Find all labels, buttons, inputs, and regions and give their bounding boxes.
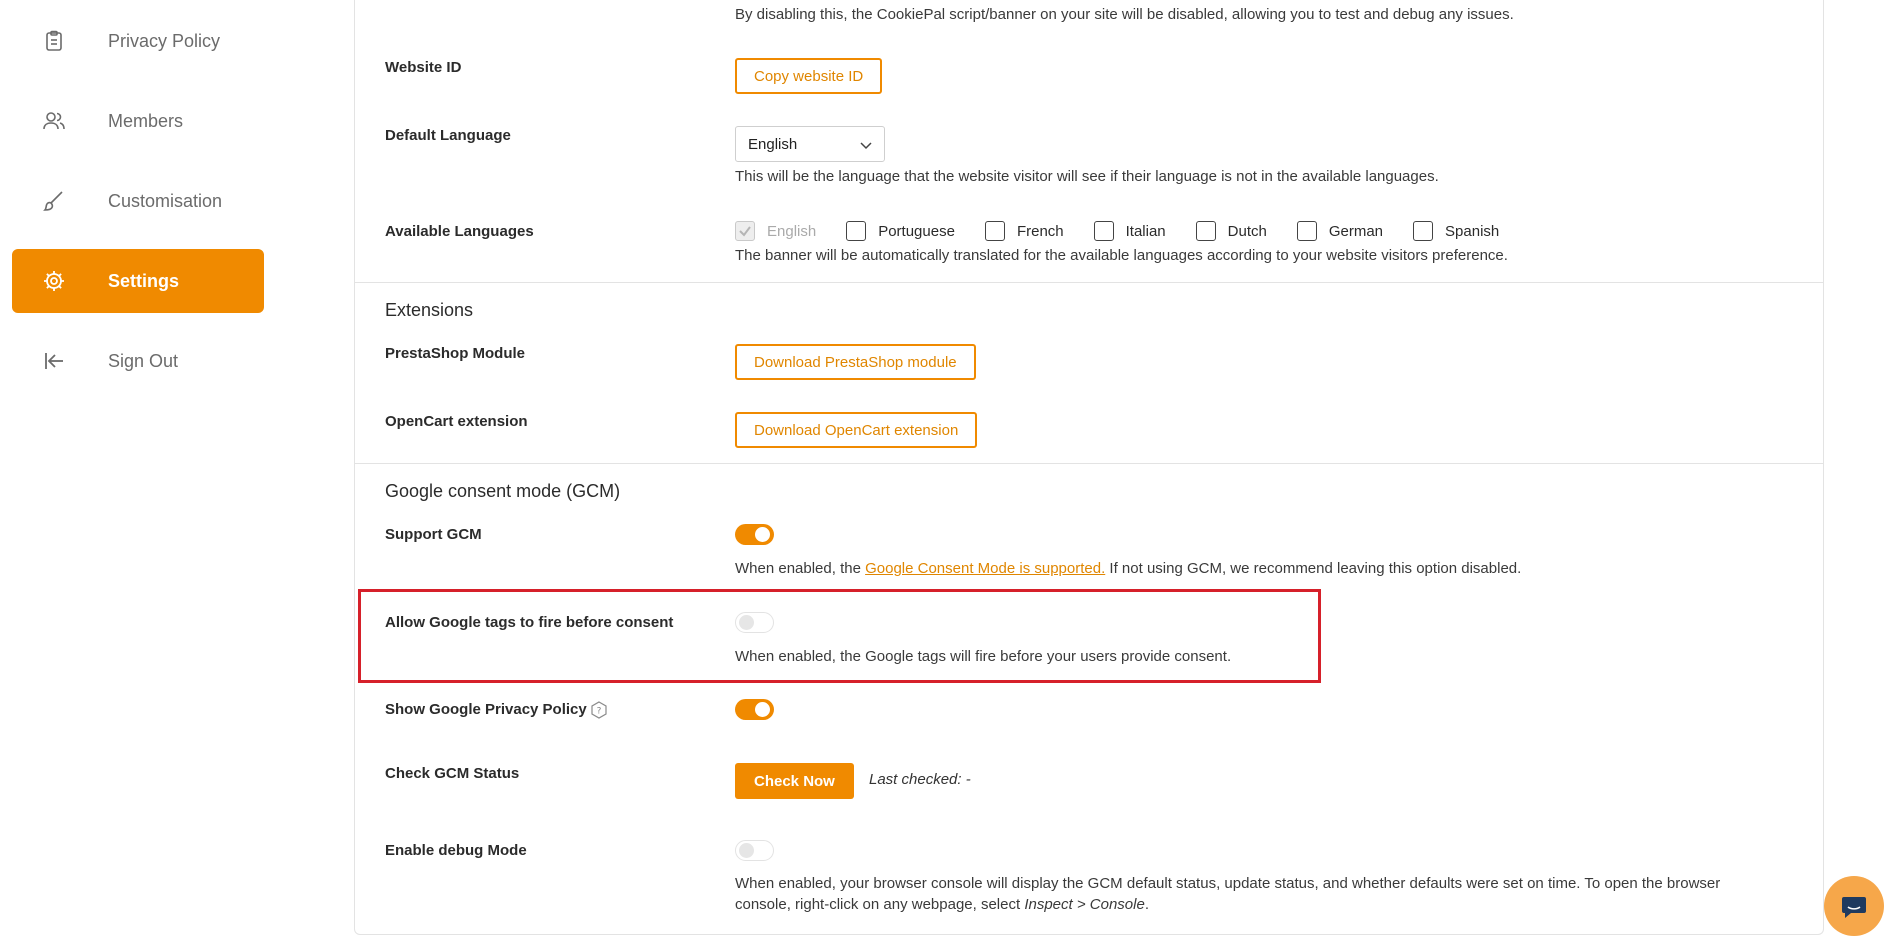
language-label: Spanish [1445, 222, 1500, 240]
toggle-knob [739, 843, 754, 858]
language-option-portuguese[interactable]: Portuguese [846, 221, 955, 241]
available-languages-description: The banner will be automatically transla… [735, 247, 1508, 264]
default-language-select[interactable]: English [735, 126, 885, 162]
highlight-box [358, 589, 1321, 683]
opencart-label: OpenCart extension [385, 413, 528, 430]
sign-out-icon [40, 347, 68, 375]
toggle-knob [739, 615, 754, 630]
available-languages-label: Available Languages [385, 223, 534, 240]
checkbox[interactable] [1093, 221, 1114, 241]
section-divider [354, 463, 1824, 464]
chat-icon [1842, 897, 1866, 918]
language-label: French [1016, 222, 1064, 240]
debug-mode-description: When enabled, your browser console will … [735, 875, 1720, 913]
support-gcm-description: When enabled, the Google Consent Mode is… [735, 560, 1521, 577]
checkbox[interactable] [1195, 221, 1216, 241]
sidebar: Privacy Policy Members Customisation Set… [0, 0, 355, 947]
description-text: When enabled, the [735, 560, 866, 577]
language-label: German [1328, 222, 1384, 240]
default-language-value: English [748, 135, 798, 153]
language-option-dutch[interactable]: Dutch [1195, 221, 1267, 241]
section-divider [354, 282, 1824, 283]
toggle-knob [755, 702, 770, 717]
allow-tags-toggle[interactable] [735, 612, 774, 633]
gear-icon [40, 267, 68, 295]
settings-panel [354, 0, 1824, 935]
sidebar-item-sign-out[interactable]: Sign Out [12, 329, 264, 393]
support-gcm-toggle[interactable] [735, 524, 774, 545]
download-prestashop-button[interactable]: Download PrestaShop module [735, 344, 976, 380]
language-option-english: English [735, 221, 816, 241]
sidebar-item-label: Privacy Policy [108, 30, 221, 51]
copy-website-id-button[interactable]: Copy website ID [735, 58, 883, 94]
support-gcm-label: Support GCM [385, 526, 482, 543]
allow-tags-description: When enabled, the Google tags will fire … [735, 648, 1232, 665]
language-checkbox-group: English Portuguese French Italian Dutch … [735, 219, 1529, 243]
language-label: Dutch [1227, 222, 1267, 240]
show-privacy-label: Show Google Privacy Policy [385, 701, 587, 718]
gcm-title: Google consent mode (GCM) [385, 481, 621, 501]
sidebar-item-label: Customisation [108, 190, 223, 211]
disable-description: By disabling this, the CookiePal script/… [735, 6, 1514, 23]
sidebar-item-members[interactable]: Members [12, 89, 264, 153]
checkbox[interactable] [984, 221, 1005, 241]
language-option-french[interactable]: French [984, 221, 1064, 241]
prestashop-label: PrestaShop Module [385, 345, 526, 362]
show-privacy-toggle[interactable] [735, 699, 774, 720]
language-label: English [767, 222, 817, 240]
clipboard-icon [40, 27, 68, 55]
language-label: Portuguese [878, 222, 955, 240]
language-option-german[interactable]: German [1296, 221, 1384, 241]
chat-widget-button[interactable] [1824, 876, 1884, 936]
sidebar-item-settings[interactable]: Settings [12, 249, 264, 313]
checkbox-checked [735, 221, 755, 241]
download-opencart-button[interactable]: Download OpenCart extension [735, 412, 978, 448]
checkbox[interactable] [1413, 221, 1434, 241]
brush-icon [40, 187, 68, 215]
description-text: If not using GCM, we recommend leaving t… [1105, 560, 1522, 577]
checkbox[interactable] [846, 221, 867, 241]
help-icon[interactable]: ? [590, 701, 608, 719]
default-language-label: Default Language [385, 127, 511, 144]
extensions-title: Extensions [385, 300, 474, 320]
sidebar-item-label: Sign Out [108, 350, 179, 371]
sidebar-item-customisation[interactable]: Customisation [12, 169, 264, 233]
users-icon [40, 107, 68, 135]
debug-mode-toggle[interactable] [735, 840, 774, 861]
sidebar-item-label: Settings [108, 270, 180, 291]
language-label: Italian [1125, 222, 1166, 240]
sidebar-item-label: Members [108, 110, 184, 131]
description-emphasis: Inspect > Console [1024, 896, 1145, 913]
description-text: . [1144, 896, 1149, 913]
checkbox[interactable] [1296, 221, 1317, 241]
debug-mode-label: Enable debug Mode [385, 842, 527, 859]
sidebar-item-privacy-policy[interactable]: Privacy Policy [12, 9, 264, 73]
language-option-italian[interactable]: Italian [1093, 221, 1166, 241]
default-language-description: This will be the language that the websi… [735, 168, 1439, 185]
check-now-button[interactable]: Check Now [735, 763, 854, 799]
google-consent-mode-link[interactable]: Google Consent Mode is supported. [865, 560, 1105, 577]
last-checked-text: Last checked: - [869, 771, 971, 788]
toggle-knob [755, 527, 770, 542]
website-id-label: Website ID [385, 59, 462, 76]
check-status-label: Check GCM Status [385, 765, 520, 782]
language-option-spanish[interactable]: Spanish [1413, 221, 1499, 241]
svg-text:?: ? [597, 707, 602, 717]
chevron-down-icon [860, 142, 872, 150]
description-text: When enabled, your browser console will … [735, 875, 1721, 892]
allow-tags-label: Allow Google tags to fire before consent [385, 614, 674, 631]
description-text: console, right-click on any webpage, sel… [735, 896, 1025, 913]
